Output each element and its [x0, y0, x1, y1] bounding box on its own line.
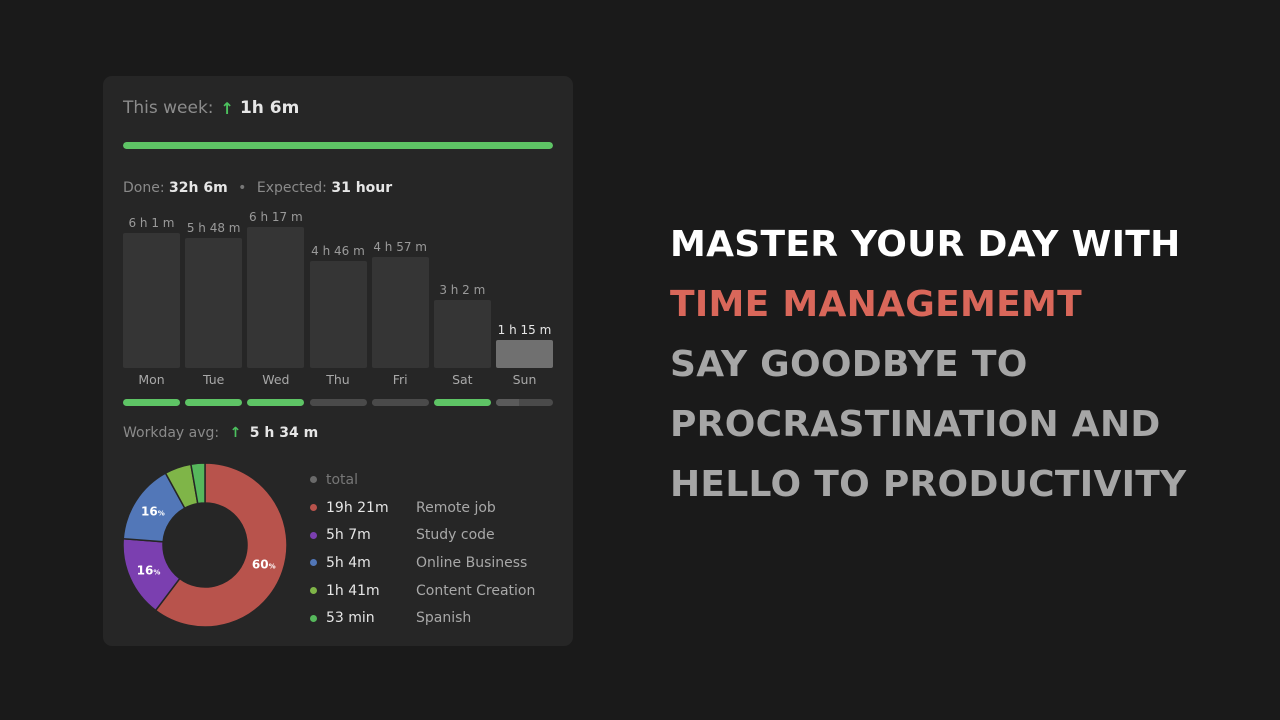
day-label: Mon [138, 372, 165, 387]
bar-tue [185, 237, 243, 368]
legend-dot [310, 476, 317, 484]
day-label: Tue [202, 372, 225, 387]
bar-thu [309, 260, 367, 368]
separator-dot: • [238, 180, 247, 196]
goal-status-fill [185, 399, 243, 406]
bar-value-label: 5 h 48 m [186, 220, 241, 235]
legend-time: 19h 21m [326, 499, 389, 516]
goal-status-fill [371, 399, 423, 406]
week-label: This week: [123, 98, 214, 118]
week-progress-bar [123, 142, 553, 149]
legend-dot [310, 531, 317, 539]
goal-status-sun [496, 399, 553, 406]
day-label: Wed [262, 372, 290, 387]
bar-value-label: 4 h 57 m [373, 239, 427, 254]
legend-time: 5h 4m [326, 554, 371, 571]
bar-value-label: 6 h 17 m [249, 209, 303, 224]
legend-category: Study code [416, 527, 495, 544]
done-value: 32h 6m [169, 180, 228, 196]
legend-category: Online Business [416, 554, 528, 571]
legend-row: 1h 41m Content Creation [310, 577, 560, 605]
done-label: Done: [123, 180, 165, 196]
day-label: Fri [392, 372, 408, 387]
arrow-up-icon: ↑ [229, 425, 242, 441]
headline-line-4: PROCRASTINATION AND [670, 404, 1161, 445]
day-label: Sat [452, 372, 473, 387]
legend-dot [310, 559, 317, 567]
goal-status-mon [123, 399, 180, 406]
promo-headline: MASTER YOUR DAY WITH TIME MANAGEMEMT SAY… [670, 215, 1187, 515]
legend-time: 5h 7m [326, 527, 371, 544]
done-expected-line: Done: 32h 6m • Expected: 31 hour [123, 180, 392, 196]
goal-status-fill [433, 399, 491, 406]
legend-row: 19h 21m Remote job [310, 494, 560, 522]
week-progress-fill [123, 142, 553, 149]
arrow-up-icon: ↑ [220, 98, 234, 118]
legend-row-total: total [310, 466, 560, 494]
bar-value-label: 4 h 46 m [311, 243, 365, 258]
legend-time: 53 min [326, 610, 375, 627]
goal-status-thu [309, 399, 367, 406]
daily-bar-chart: 6 h 1 m Mon 5 h 48 m Tue 6 h 17 m Wed 4 h 46 m… [123, 206, 553, 406]
bar-sun [496, 339, 553, 368]
goal-status-fill [247, 399, 305, 406]
legend-category: Spanish [416, 610, 472, 627]
bar-wed [247, 226, 305, 368]
expected-value: 31 hour [331, 180, 393, 196]
legend-dot [310, 504, 317, 512]
legend-category: Content Creation [416, 582, 536, 599]
goal-status-fill [496, 399, 519, 406]
goal-status-tue [185, 399, 243, 406]
bar-mon [123, 232, 180, 368]
category-legend: total 19h 21m Remote job 5h 7m Study code 5h … [310, 466, 560, 632]
headline-line-2: TIME MANAGEMEMT [670, 284, 1083, 325]
week-summary: This week: ↑ 1h 6m [123, 98, 299, 118]
workday-average: Workday avg: ↑ 5 h 34 m [123, 425, 318, 441]
legend-dot [310, 587, 317, 595]
headline-line-1: MASTER YOUR DAY WITH [670, 224, 1181, 265]
day-label: Thu [326, 372, 350, 387]
legend-dot [310, 614, 317, 622]
day-label: Sun [512, 372, 537, 387]
goal-status-fill [309, 399, 359, 406]
avg-value: 5 h 34 m [249, 425, 319, 441]
headline-line-3: SAY GOODBYE TO [670, 344, 1028, 385]
avg-label: Workday avg: [123, 425, 220, 441]
legend-category: Remote job [416, 499, 496, 516]
headline-line-5: HELLO TO PRODUCTIVITY [670, 464, 1187, 505]
week-delta: 1h 6m [239, 98, 300, 118]
expected-label: Expected: [256, 180, 327, 196]
weekly-stats-card: This week: ↑ 1h 6m Done: 32h 6m • Expect… [103, 76, 573, 646]
legend-time: 1h 41m [326, 582, 380, 599]
goal-status-fri [371, 399, 429, 406]
goal-status-fill [123, 399, 180, 406]
daily-goal-status-row [123, 399, 553, 407]
goal-status-wed [247, 399, 305, 406]
bar-value-label: 1 h 15 m [497, 322, 552, 337]
bar-sat [433, 299, 491, 368]
legend-total-label: total [326, 471, 359, 488]
bar-value-label: 3 h 2 m [439, 282, 486, 297]
category-donut-chart: 60%16%16% [122, 462, 288, 628]
legend-row: 5h 4m Online Business [310, 549, 560, 577]
legend-row: 5h 7m Study code [310, 521, 560, 549]
legend-row: 53 min Spanish [310, 604, 560, 632]
goal-status-sat [433, 399, 491, 406]
bar-value-label: 6 h 1 m [128, 215, 175, 230]
bar-fri [371, 256, 429, 368]
